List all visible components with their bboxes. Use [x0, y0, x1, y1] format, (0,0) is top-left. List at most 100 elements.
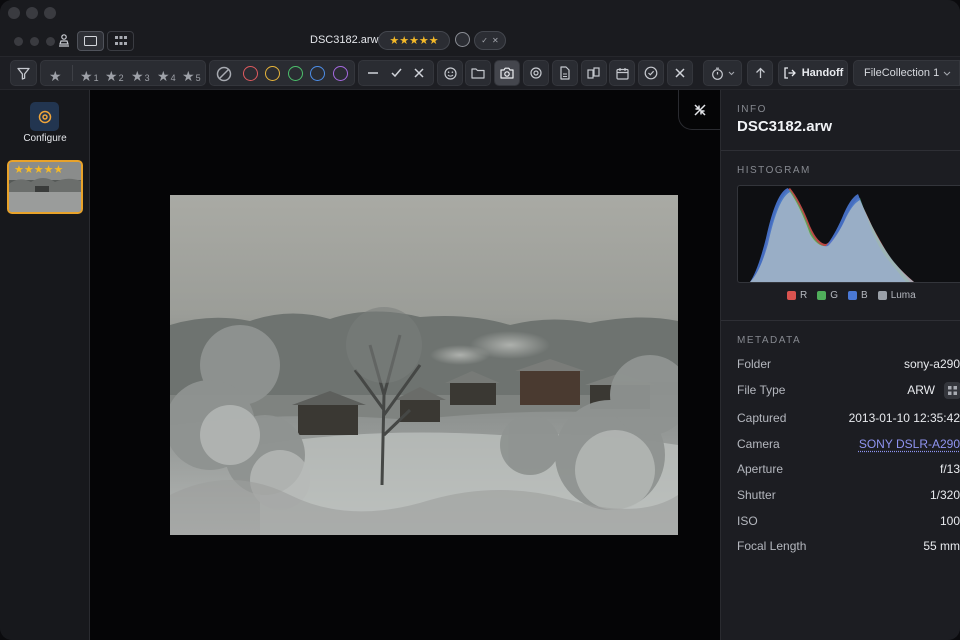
- metadata-key: Folder: [737, 357, 772, 371]
- metadata-key: Focal Length: [737, 539, 807, 553]
- metadata-row-file-type: File Type ARW: [737, 381, 960, 399]
- timer-dropdown[interactable]: [703, 60, 742, 86]
- file-type-grid-button[interactable]: [944, 381, 960, 399]
- filter-icon: [17, 67, 30, 80]
- person-stamp-icon[interactable]: [58, 34, 70, 50]
- folder-icon: [471, 68, 485, 79]
- smiley-icon: [443, 66, 457, 80]
- metadata-value: 100: [939, 514, 960, 528]
- flag-badge[interactable]: ✓ ✕: [474, 31, 506, 50]
- camera-button[interactable]: [494, 60, 520, 86]
- metadata-key: Aperture: [737, 462, 784, 476]
- red-label-button[interactable]: [243, 66, 258, 81]
- preview-button[interactable]: [523, 60, 549, 86]
- handoff-button[interactable]: Handoff: [778, 60, 848, 86]
- star-icon: ★: [182, 68, 195, 84]
- blue-label-button[interactable]: [310, 66, 325, 81]
- zoom-window-button[interactable]: [44, 7, 56, 19]
- metadata-value: 2013-01-10 12:35:42: [848, 411, 960, 425]
- legend-label: Luma: [890, 290, 916, 301]
- reject-button[interactable]: [414, 68, 424, 78]
- divider: [721, 320, 960, 321]
- compare-button[interactable]: [581, 60, 607, 86]
- document-button[interactable]: [552, 60, 578, 86]
- histogram-chart: [737, 185, 960, 283]
- no-color-button[interactable]: [216, 66, 232, 82]
- rating-clear-button[interactable]: ★: [49, 65, 62, 83]
- camera-link[interactable]: SONY DSLR-A290: [859, 437, 960, 451]
- export-icon: [784, 67, 796, 79]
- dot-indicator: [30, 37, 39, 46]
- face-button[interactable]: [437, 60, 463, 86]
- color-label-group: [209, 60, 355, 86]
- handoff-label: Handoff: [801, 67, 844, 79]
- single-view-button[interactable]: [77, 31, 104, 51]
- close-tool-button[interactable]: [667, 60, 693, 86]
- histogram-legend: R G B Luma: [787, 290, 916, 301]
- histogram-section-label: HISTOGRAM: [737, 165, 811, 176]
- image-viewer[interactable]: [90, 90, 720, 640]
- rating-stars: ★★★★★: [389, 35, 439, 47]
- legend-swatch: [877, 291, 887, 300]
- metadata-row-aperture: Aperture f/13: [737, 460, 960, 478]
- legend-label: G: [830, 290, 839, 301]
- rating-badge[interactable]: ★★★★★: [378, 31, 450, 50]
- rating-number: 2: [118, 73, 124, 83]
- current-filename: DSC3182.arw: [310, 34, 379, 46]
- minus-icon: [368, 72, 378, 74]
- rating-2-button[interactable]: ★ 2: [105, 65, 124, 83]
- legend-label: R: [800, 290, 808, 301]
- rating-group: ★ ★ 1 ★ 2 ★ 3 ★ 4 ★ 5: [40, 60, 206, 86]
- compare-icon: [587, 67, 600, 79]
- x-icon: ✕: [492, 36, 499, 45]
- star-icon: ★: [157, 68, 170, 84]
- pick-button[interactable]: [391, 68, 402, 78]
- metadata-key: ISO: [737, 514, 758, 528]
- calendar-button[interactable]: [609, 60, 635, 86]
- toolbar: ★ ★ 1 ★ 2 ★ 3 ★ 4 ★ 5 Handoff FileCollec…: [0, 56, 960, 90]
- configure-button[interactable]: [30, 102, 59, 131]
- grid-view-button[interactable]: [107, 31, 134, 51]
- check-circle-icon: [644, 66, 658, 80]
- x-icon: [675, 68, 685, 78]
- metadata-row-iso: ISO 100: [737, 512, 960, 530]
- divider: [721, 150, 960, 151]
- star-icon: ★: [131, 68, 144, 84]
- approve-button[interactable]: [638, 60, 664, 86]
- star-icon: ★: [80, 68, 93, 84]
- main-photo: [170, 195, 678, 535]
- metadata-row-focal-length: Focal Length 55 mm: [737, 537, 960, 555]
- app-window: DSC3182.arw ★★★★★ ✓ ✕ ★ ★ 1 ★ 2 ★ 3 ★ 4 ★ 5: [0, 0, 960, 640]
- arrow-up-icon: [755, 67, 765, 78]
- metadata-key: Shutter: [737, 488, 776, 502]
- metadata-row-shutter: Shutter 1/320: [737, 486, 960, 504]
- rating-3-button[interactable]: ★ 3: [131, 65, 150, 83]
- folder-button[interactable]: [465, 60, 491, 86]
- collapse-arrows-icon: [693, 103, 706, 116]
- rating-1-button[interactable]: ★ 1: [80, 65, 99, 83]
- metadata-value: 1/320: [929, 488, 960, 502]
- photo-thumbnail[interactable]: ★★★★★: [7, 160, 83, 214]
- camera-icon: [500, 67, 514, 79]
- metadata-row-camera: Camera SONY DSLR-A290: [737, 435, 960, 453]
- legend-item-r: R: [787, 290, 807, 301]
- configure-label: Configure: [23, 133, 67, 144]
- minimize-window-button[interactable]: [26, 7, 38, 19]
- collapse-panel-button[interactable]: [678, 90, 720, 130]
- metadata-value: 55 mm: [923, 539, 960, 553]
- rating-number: 4: [170, 73, 176, 83]
- close-window-button[interactable]: [8, 7, 20, 19]
- rating-number: 5: [195, 73, 201, 83]
- unflag-button[interactable]: [368, 68, 378, 78]
- upload-button[interactable]: [747, 60, 773, 86]
- collection-select[interactable]: FileCollection 1: [853, 60, 960, 86]
- purple-label-button[interactable]: [333, 66, 348, 81]
- green-label-button[interactable]: [288, 66, 303, 81]
- rating-5-button[interactable]: ★ 5: [182, 65, 201, 83]
- chevron-down-icon: [943, 71, 951, 76]
- yellow-label-button[interactable]: [265, 66, 280, 81]
- filter-button[interactable]: [10, 60, 37, 86]
- color-label-indicator[interactable]: [455, 32, 470, 47]
- rating-4-button[interactable]: ★ 4: [157, 65, 176, 83]
- flag-group: [358, 60, 434, 86]
